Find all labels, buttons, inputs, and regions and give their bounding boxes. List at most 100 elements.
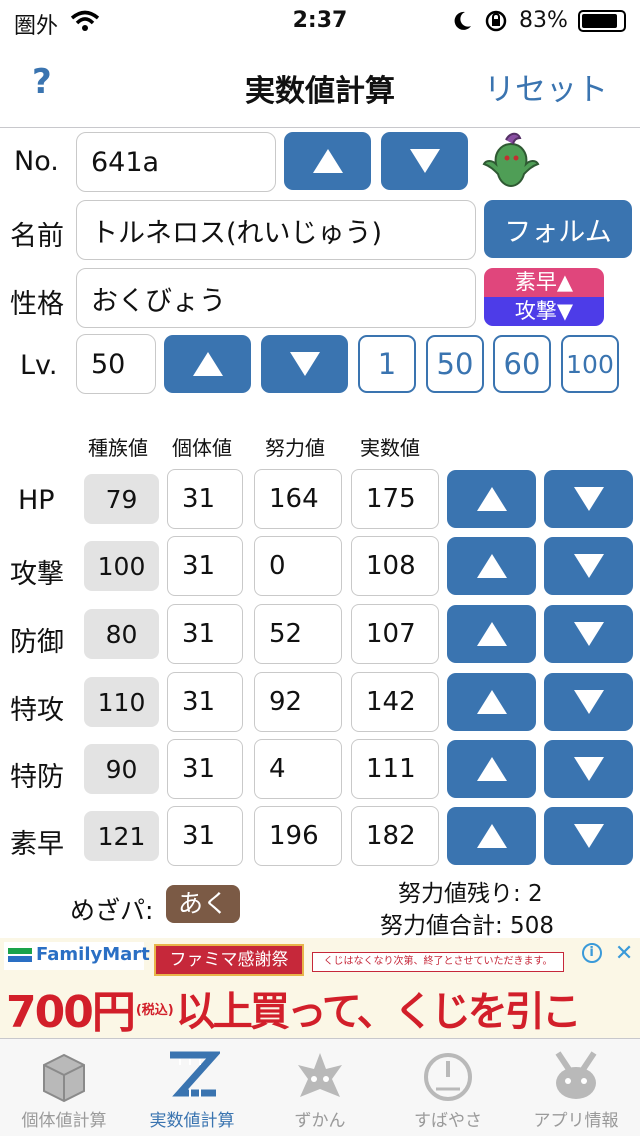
stat-base: 79 — [84, 474, 159, 524]
stat-up-button[interactable] — [447, 605, 536, 663]
stat-label: 防御 — [10, 627, 64, 658]
stat-base: 110 — [84, 677, 159, 727]
stat-ev[interactable]: 196 — [254, 806, 342, 866]
arrow-up-icon — [192, 352, 223, 376]
arrow-down-icon — [573, 757, 604, 781]
moon-icon — [454, 11, 471, 30]
stat-iv[interactable]: 31 — [167, 672, 243, 732]
stat-iv[interactable]: 31 — [167, 604, 243, 664]
reset-button[interactable]: リセット — [484, 64, 608, 109]
tab-label: アプリ情報 — [533, 1111, 619, 1131]
stat-real[interactable]: 107 — [351, 604, 439, 664]
arrow-up-icon — [476, 824, 507, 848]
nature-modifier-badge: 素早▲ 攻撃▼ — [484, 268, 604, 326]
stat-up-button[interactable] — [447, 807, 536, 865]
stat-iv[interactable]: 31 — [167, 739, 243, 799]
stat-base: 90 — [84, 744, 159, 794]
form-button[interactable]: フォルム — [484, 200, 632, 258]
stat-real[interactable]: 182 — [351, 806, 439, 866]
nature-up-stat: 素早▲ — [484, 268, 604, 297]
no-up-button[interactable] — [284, 132, 371, 190]
stat-real[interactable]: 142 — [351, 672, 439, 732]
ad-notice: くじはなくなり次第、終了とさせていただきます。 — [312, 952, 564, 972]
lv-up-button[interactable] — [164, 335, 251, 393]
arrow-down-icon — [409, 149, 440, 173]
stat-ev[interactable]: 0 — [254, 536, 342, 596]
col-header-base: 種族値 — [88, 436, 148, 460]
ad-tax-note: (税込) — [135, 1002, 174, 1018]
lv-down-button[interactable] — [261, 335, 348, 393]
ruler-z-icon — [170, 1051, 220, 1097]
pokemon-sprite — [482, 132, 540, 188]
col-header-iv: 個体値 — [172, 436, 232, 460]
stat-real[interactable]: 111 — [351, 739, 439, 799]
stat-down-button[interactable] — [544, 673, 633, 731]
battery-icon — [578, 10, 626, 32]
arrow-down-icon — [573, 622, 604, 646]
stat-up-button[interactable] — [447, 740, 536, 798]
lv-preset-100[interactable]: 100 — [561, 335, 619, 393]
ad-banner[interactable]: FamilyMart ファミマ感謝祭 くじはなくなり次第、終了とさせていただきま… — [0, 938, 640, 1038]
stat-label: HP — [18, 485, 55, 516]
stat-down-button[interactable] — [544, 740, 633, 798]
tab-label: 実数値計算 — [149, 1111, 235, 1131]
lv-preset-50[interactable]: 50 — [426, 335, 484, 393]
stat-real[interactable]: 175 — [351, 469, 439, 529]
name-label: 名前 — [10, 221, 64, 252]
hidden-power-label: めざパ: — [70, 896, 154, 925]
stat-ev[interactable]: 164 — [254, 469, 342, 529]
cube-icon — [43, 1053, 85, 1103]
rotation-lock-icon — [485, 10, 507, 32]
stat-label: 特攻 — [10, 695, 64, 726]
stat-real[interactable]: 108 — [351, 536, 439, 596]
ev-remaining: 努力値残り: 2 — [398, 881, 543, 907]
info-icon[interactable]: i — [581, 943, 602, 963]
close-icon[interactable]: ✕ — [615, 941, 633, 966]
arrow-up-icon — [476, 554, 507, 578]
nature-label: 性格 — [10, 289, 64, 320]
pokemon-icon — [298, 1053, 342, 1097]
stat-ev[interactable]: 92 — [254, 672, 342, 732]
stat-base: 80 — [84, 609, 159, 659]
tab-speed[interactable]: すばやさ — [384, 1039, 512, 1137]
arrow-down-icon — [573, 824, 604, 848]
lv-preset-60[interactable]: 60 — [493, 335, 551, 393]
stat-down-button[interactable] — [544, 605, 633, 663]
tab-label: ずかん — [294, 1111, 346, 1131]
col-header-real: 実数値 — [360, 436, 420, 460]
stat-base: 100 — [84, 541, 159, 591]
tab-iv-calc[interactable]: 個体値計算 — [0, 1039, 128, 1137]
stat-down-button[interactable] — [544, 807, 633, 865]
lv-preset-1[interactable]: 1 — [358, 335, 416, 393]
stat-down-button[interactable] — [544, 537, 633, 595]
stat-up-button[interactable] — [447, 470, 536, 528]
stat-label: 攻撃 — [10, 559, 64, 590]
ad-choices[interactable]: i ✕ — [575, 938, 640, 968]
hidden-power-type-badge: あく — [166, 885, 240, 923]
stat-ev[interactable]: 52 — [254, 604, 342, 664]
stat-iv[interactable]: 31 — [167, 469, 243, 529]
stat-up-button[interactable] — [447, 673, 536, 731]
tab-app-info[interactable]: アプリ情報 — [512, 1039, 640, 1137]
arrow-up-icon — [476, 622, 507, 646]
speedometer-icon — [424, 1053, 472, 1101]
lv-field[interactable]: 50 — [76, 334, 156, 394]
stat-label: 素早 — [10, 829, 64, 860]
no-field[interactable]: 641a — [76, 132, 276, 192]
nature-down-stat: 攻撃▼ — [484, 297, 604, 326]
tab-real-calc[interactable]: 実数値計算 — [128, 1039, 256, 1137]
arrow-down-icon — [573, 690, 604, 714]
ad-headline-text: 以上買って、くじを引こう! — [175, 989, 582, 1035]
arrow-down-icon — [573, 554, 604, 578]
nature-field[interactable]: おくびょう — [76, 268, 476, 328]
stat-iv[interactable]: 31 — [167, 536, 243, 596]
name-field[interactable]: トルネロス(れいじゅう) — [76, 200, 476, 260]
stat-ev[interactable]: 4 — [254, 739, 342, 799]
arrow-down-icon — [289, 352, 320, 376]
stat-up-button[interactable] — [447, 537, 536, 595]
battery-percent: 83% — [519, 8, 568, 33]
no-down-button[interactable] — [381, 132, 468, 190]
stat-down-button[interactable] — [544, 470, 633, 528]
stat-iv[interactable]: 31 — [167, 806, 243, 866]
tab-pokedex[interactable]: ずかん — [256, 1039, 384, 1137]
